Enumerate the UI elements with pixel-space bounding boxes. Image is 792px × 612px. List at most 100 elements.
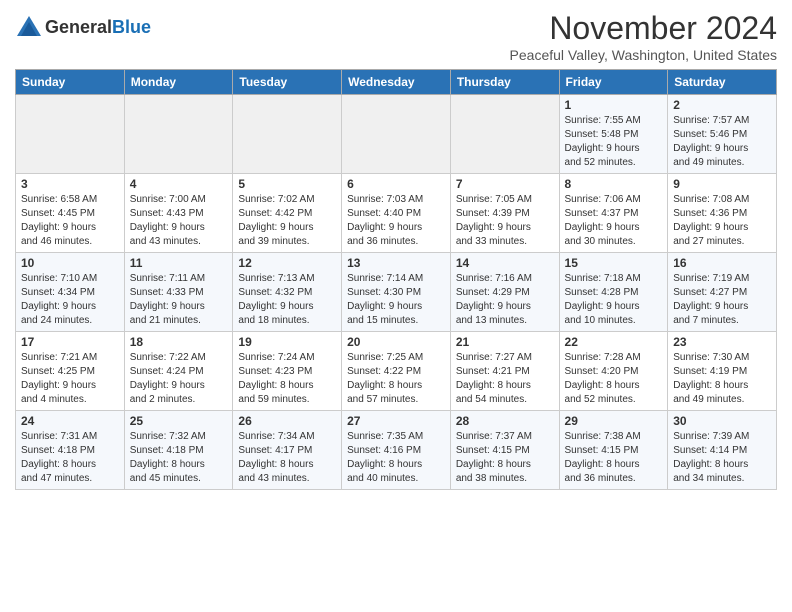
day-info: Sunrise: 7:21 AM Sunset: 4:25 PM Dayligh… <box>21 351 119 407</box>
day-header-monday: Monday <box>124 70 233 95</box>
day-number: 12 <box>238 256 336 270</box>
day-number: 20 <box>347 335 445 349</box>
calendar-body: 1Sunrise: 7:55 AM Sunset: 5:48 PM Daylig… <box>16 95 777 490</box>
day-cell: 23 Sunrise: 7:30 AM Sunset: 4:19 PM Dayli… <box>668 332 777 411</box>
day-number: 8 <box>565 177 663 191</box>
page-header: GeneralBlue November 2024 Peaceful Valle… <box>15 10 777 63</box>
day-info: Sunrise: 7:38 AM Sunset: 4:15 PM Dayligh… <box>565 430 663 486</box>
day-number: 30 <box>673 414 771 428</box>
calendar-table: SundayMondayTuesdayWednesdayThursdayFrid… <box>15 69 777 490</box>
day-cell: 20 Sunrise: 7:25 AM Sunset: 4:22 PM Dayli… <box>342 332 451 411</box>
day-number: 11 <box>130 256 228 270</box>
day-cell: 1Sunrise: 7:55 AM Sunset: 5:48 PM Daylig… <box>559 95 668 174</box>
day-cell: 8 Sunrise: 7:06 AM Sunset: 4:37 PM Daylig… <box>559 174 668 253</box>
day-info: Sunrise: 7:34 AM Sunset: 4:17 PM Dayligh… <box>238 430 336 486</box>
logo-blue: Blue <box>112 17 151 37</box>
day-info: Sunrise: 7:37 AM Sunset: 4:15 PM Dayligh… <box>456 430 554 486</box>
day-number: 18 <box>130 335 228 349</box>
day-info: Sunrise: 7:16 AM Sunset: 4:29 PM Dayligh… <box>456 272 554 328</box>
location-subtitle: Peaceful Valley, Washington, United Stat… <box>510 47 777 63</box>
day-cell: 25 Sunrise: 7:32 AM Sunset: 4:18 PM Dayli… <box>124 411 233 490</box>
day-cell: 17 Sunrise: 7:21 AM Sunset: 4:25 PM Dayli… <box>16 332 125 411</box>
day-number: 27 <box>347 414 445 428</box>
day-cell <box>450 95 559 174</box>
day-header-tuesday: Tuesday <box>233 70 342 95</box>
day-cell: 28 Sunrise: 7:37 AM Sunset: 4:15 PM Dayli… <box>450 411 559 490</box>
day-number: 21 <box>456 335 554 349</box>
day-cell: 21 Sunrise: 7:27 AM Sunset: 4:21 PM Dayli… <box>450 332 559 411</box>
day-info: Sunrise: 7:35 AM Sunset: 4:16 PM Dayligh… <box>347 430 445 486</box>
day-number: 1 <box>565 98 663 112</box>
day-cell: 12 Sunrise: 7:13 AM Sunset: 4:32 PM Dayli… <box>233 253 342 332</box>
day-cell: 22 Sunrise: 7:28 AM Sunset: 4:20 PM Dayli… <box>559 332 668 411</box>
title-block: November 2024 Peaceful Valley, Washingto… <box>510 10 777 63</box>
week-row-1: 1Sunrise: 7:55 AM Sunset: 5:48 PM Daylig… <box>16 95 777 174</box>
day-info: Sunrise: 7:03 AM Sunset: 4:40 PM Dayligh… <box>347 193 445 249</box>
day-number: 7 <box>456 177 554 191</box>
day-cell: 13 Sunrise: 7:14 AM Sunset: 4:30 PM Dayli… <box>342 253 451 332</box>
day-info: Sunrise: 7:25 AM Sunset: 4:22 PM Dayligh… <box>347 351 445 407</box>
day-info: Sunrise: 7:13 AM Sunset: 4:32 PM Dayligh… <box>238 272 336 328</box>
day-number: 2 <box>673 98 771 112</box>
day-info: Sunrise: 7:32 AM Sunset: 4:18 PM Dayligh… <box>130 430 228 486</box>
day-info: Sunrise: 7:27 AM Sunset: 4:21 PM Dayligh… <box>456 351 554 407</box>
day-number: 19 <box>238 335 336 349</box>
day-info: Sunrise: 7:18 AM Sunset: 4:28 PM Dayligh… <box>565 272 663 328</box>
day-number: 17 <box>21 335 119 349</box>
day-number: 3 <box>21 177 119 191</box>
day-cell: 19 Sunrise: 7:24 AM Sunset: 4:23 PM Dayli… <box>233 332 342 411</box>
day-cell: 11 Sunrise: 7:11 AM Sunset: 4:33 PM Dayli… <box>124 253 233 332</box>
day-cell: 2 Sunrise: 7:57 AM Sunset: 5:46 PM Daylig… <box>668 95 777 174</box>
day-cell: 3 Sunrise: 6:58 AM Sunset: 4:45 PM Daylig… <box>16 174 125 253</box>
day-info: Sunrise: 7:14 AM Sunset: 4:30 PM Dayligh… <box>347 272 445 328</box>
day-number: 16 <box>673 256 771 270</box>
month-title: November 2024 <box>510 10 777 47</box>
day-info: Sunrise: 7:19 AM Sunset: 4:27 PM Dayligh… <box>673 272 771 328</box>
day-number: 13 <box>347 256 445 270</box>
day-info: Sunrise: 7:57 AM Sunset: 5:46 PM Dayligh… <box>673 114 771 170</box>
day-number: 10 <box>21 256 119 270</box>
day-number: 15 <box>565 256 663 270</box>
day-cell <box>16 95 125 174</box>
day-cell: 9Sunrise: 7:08 AM Sunset: 4:36 PM Daylig… <box>668 174 777 253</box>
day-number: 25 <box>130 414 228 428</box>
day-header-saturday: Saturday <box>668 70 777 95</box>
day-cell: 16 Sunrise: 7:19 AM Sunset: 4:27 PM Dayli… <box>668 253 777 332</box>
day-number: 23 <box>673 335 771 349</box>
day-cell: 6 Sunrise: 7:03 AM Sunset: 4:40 PM Daylig… <box>342 174 451 253</box>
day-info: Sunrise: 7:39 AM Sunset: 4:14 PM Dayligh… <box>673 430 771 486</box>
day-info: Sunrise: 7:02 AM Sunset: 4:42 PM Dayligh… <box>238 193 336 249</box>
day-number: 22 <box>565 335 663 349</box>
day-info: Sunrise: 7:05 AM Sunset: 4:39 PM Dayligh… <box>456 193 554 249</box>
day-cell: 5 Sunrise: 7:02 AM Sunset: 4:42 PM Daylig… <box>233 174 342 253</box>
day-header-friday: Friday <box>559 70 668 95</box>
day-cell: 24Sunrise: 7:31 AM Sunset: 4:18 PM Dayli… <box>16 411 125 490</box>
day-header-thursday: Thursday <box>450 70 559 95</box>
day-cell: 14Sunrise: 7:16 AM Sunset: 4:29 PM Dayli… <box>450 253 559 332</box>
day-cell: 4Sunrise: 7:00 AM Sunset: 4:43 PM Daylig… <box>124 174 233 253</box>
day-info: Sunrise: 7:11 AM Sunset: 4:33 PM Dayligh… <box>130 272 228 328</box>
logo-general: General <box>45 17 112 37</box>
day-number: 26 <box>238 414 336 428</box>
week-row-2: 3 Sunrise: 6:58 AM Sunset: 4:45 PM Daylig… <box>16 174 777 253</box>
calendar-header: SundayMondayTuesdayWednesdayThursdayFrid… <box>16 70 777 95</box>
day-number: 4 <box>130 177 228 191</box>
day-info: Sunrise: 7:31 AM Sunset: 4:18 PM Dayligh… <box>21 430 119 486</box>
day-cell <box>124 95 233 174</box>
logo: GeneralBlue <box>15 14 151 42</box>
day-cell: 18Sunrise: 7:22 AM Sunset: 4:24 PM Dayli… <box>124 332 233 411</box>
day-number: 9 <box>673 177 771 191</box>
day-number: 6 <box>347 177 445 191</box>
day-header-wednesday: Wednesday <box>342 70 451 95</box>
day-info: Sunrise: 7:28 AM Sunset: 4:20 PM Dayligh… <box>565 351 663 407</box>
day-info: Sunrise: 7:30 AM Sunset: 4:19 PM Dayligh… <box>673 351 771 407</box>
day-info: Sunrise: 7:06 AM Sunset: 4:37 PM Dayligh… <box>565 193 663 249</box>
day-info: Sunrise: 7:24 AM Sunset: 4:23 PM Dayligh… <box>238 351 336 407</box>
day-header-sunday: Sunday <box>16 70 125 95</box>
day-info: Sunrise: 7:10 AM Sunset: 4:34 PM Dayligh… <box>21 272 119 328</box>
week-row-4: 17 Sunrise: 7:21 AM Sunset: 4:25 PM Dayli… <box>16 332 777 411</box>
day-number: 28 <box>456 414 554 428</box>
day-info: Sunrise: 6:58 AM Sunset: 4:45 PM Dayligh… <box>21 193 119 249</box>
day-number: 5 <box>238 177 336 191</box>
header-row: SundayMondayTuesdayWednesdayThursdayFrid… <box>16 70 777 95</box>
